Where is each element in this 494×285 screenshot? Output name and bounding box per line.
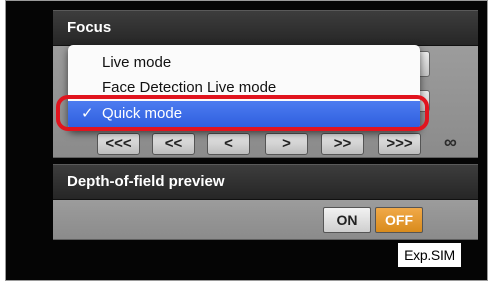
- focus-near-small-button[interactable]: <: [207, 133, 250, 155]
- focus-far-small-button[interactable]: >: [265, 133, 308, 155]
- focus-section-header: Focus: [53, 10, 478, 46]
- exposure-simulation-badge: Exp.SIM: [398, 243, 461, 267]
- focus-near-large-button[interactable]: <<<: [97, 133, 140, 155]
- focus-title: Focus: [67, 19, 112, 36]
- focus-near-medium-button[interactable]: <<: [152, 133, 195, 155]
- depth-of-field-title: Depth-of-field preview: [67, 173, 225, 190]
- menu-item-label: Live mode: [102, 54, 172, 71]
- menu-item-label: Face Detection Live mode: [102, 79, 277, 94]
- infinity-icon: ∞: [444, 132, 457, 152]
- menu-item-face-detection-live-mode[interactable]: Face Detection Live mode: [68, 74, 420, 94]
- focus-far-medium-button[interactable]: >>: [321, 133, 364, 155]
- highlight-annotation: [56, 95, 429, 131]
- focus-far-large-button[interactable]: >>>: [378, 133, 421, 155]
- dof-off-button[interactable]: OFF: [375, 207, 423, 233]
- depth-of-field-section-header: Depth-of-field preview: [53, 164, 478, 200]
- dof-on-button[interactable]: ON: [323, 207, 371, 233]
- menu-item-live-mode[interactable]: Live mode: [68, 50, 420, 76]
